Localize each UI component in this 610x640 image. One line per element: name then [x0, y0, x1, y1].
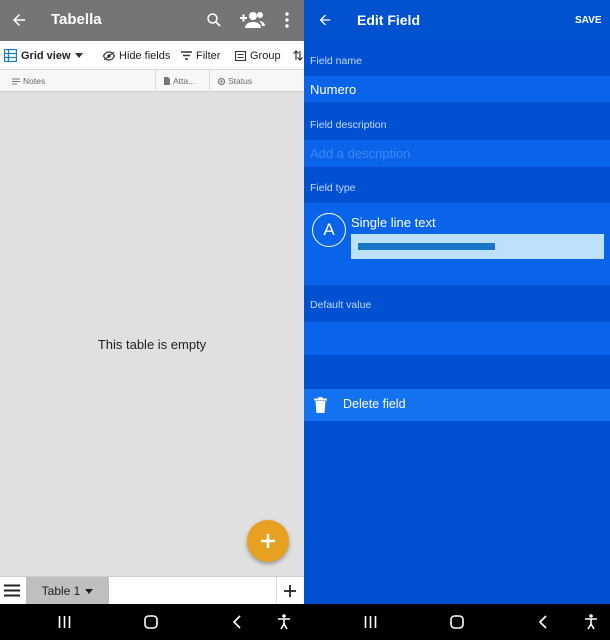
accessibility-icon[interactable]	[584, 614, 598, 630]
group-button[interactable]: Group	[235, 41, 281, 70]
status-field-icon	[218, 77, 225, 85]
hide-fields-button[interactable]: Hide fields	[103, 41, 170, 70]
column-header-row: Notes Atta... Status	[0, 70, 304, 92]
plus-icon	[284, 585, 296, 597]
grid-view-dropdown[interactable]: Grid view	[4, 41, 83, 70]
filter-icon	[181, 51, 192, 60]
column-divider	[155, 70, 156, 92]
system-nav-bar	[0, 604, 610, 640]
group-icon	[235, 50, 246, 61]
back-arrow-icon[interactable]	[317, 12, 333, 28]
hide-fields-label: Hide fields	[119, 49, 171, 62]
field-description-label: Field description	[310, 119, 387, 131]
chevron-down-icon	[74, 53, 83, 58]
empty-table-message: This table is empty	[97, 337, 207, 352]
text-preview-bar	[358, 243, 495, 250]
field-type-preview	[351, 234, 604, 259]
notes-field-icon	[12, 78, 20, 84]
column-header-notes[interactable]: Notes	[12, 70, 45, 92]
edit-field-screen: Edit Field SAVE Field name Numero Field …	[304, 0, 610, 604]
field-type-selector[interactable]: A Single line text	[304, 203, 610, 285]
field-type-value: Single line text	[351, 215, 436, 230]
single-line-text-icon: A	[312, 213, 346, 247]
field-name-label: Field name	[310, 55, 362, 67]
nav-home-icon[interactable]	[144, 615, 158, 629]
add-table-button[interactable]	[284, 585, 296, 597]
back-arrow-icon[interactable]	[10, 11, 28, 29]
grid-icon	[4, 49, 17, 62]
page-title: Tabella	[51, 11, 102, 28]
accessibility-icon[interactable]	[277, 614, 291, 630]
table-tab-bar: Table 1	[0, 576, 304, 605]
nav-recents-icon[interactable]	[58, 616, 71, 628]
attachment-field-icon	[164, 77, 170, 85]
more-vert-icon[interactable]	[284, 12, 290, 28]
hamburger-menu-icon[interactable]	[4, 584, 20, 597]
left-app-bar: Tabella	[0, 0, 304, 41]
nav-back-icon[interactable]	[232, 615, 241, 629]
group-label: Group	[250, 49, 281, 62]
eye-icon	[103, 50, 115, 61]
add-record-fab[interactable]	[247, 520, 289, 562]
save-button[interactable]: SAVE	[575, 15, 602, 26]
delete-field-button[interactable]: Delete field	[304, 389, 610, 421]
trash-icon	[314, 397, 327, 413]
chevron-down-icon	[85, 588, 94, 594]
view-toolbar: Grid view Hide fields Filter Group	[0, 41, 304, 70]
sort-button[interactable]	[293, 41, 303, 70]
sort-icon	[293, 50, 303, 61]
column-header-status[interactable]: Status	[218, 70, 252, 92]
search-icon[interactable]	[205, 11, 223, 29]
field-description-placeholder: Add a description	[310, 146, 411, 161]
nav-recents-icon[interactable]	[364, 616, 377, 628]
tab-label: Table 1	[41, 584, 81, 598]
page-title: Edit Field	[357, 12, 420, 28]
field-type-label: Field type	[310, 182, 356, 194]
nav-home-icon[interactable]	[450, 615, 464, 629]
default-value-input[interactable]	[304, 322, 610, 355]
right-app-bar: Edit Field SAVE	[304, 0, 610, 41]
column-label: Atta...	[173, 76, 196, 86]
field-description-input[interactable]: Add a description	[304, 140, 610, 167]
nav-back-icon[interactable]	[538, 615, 547, 629]
column-divider	[209, 70, 210, 92]
delete-field-label: Delete field	[343, 397, 406, 411]
column-label: Status	[228, 76, 253, 86]
grid-view-label: Grid view	[21, 49, 71, 62]
filter-button[interactable]: Filter	[181, 41, 220, 70]
add-collaborator-icon[interactable]	[240, 9, 266, 31]
table-screen: Tabella Grid view Hide fields Filter Gro…	[0, 0, 304, 605]
divider	[276, 577, 277, 605]
filter-label: Filter	[196, 49, 221, 62]
tab-table-1[interactable]: Table 1	[26, 577, 109, 605]
plus-icon	[261, 534, 275, 548]
default-value-label: Default value	[310, 299, 372, 311]
column-label: Notes	[23, 76, 46, 86]
column-header-attachments[interactable]: Atta...	[164, 70, 195, 92]
field-name-input[interactable]: Numero	[304, 76, 610, 102]
field-name-value: Numero	[310, 82, 357, 97]
